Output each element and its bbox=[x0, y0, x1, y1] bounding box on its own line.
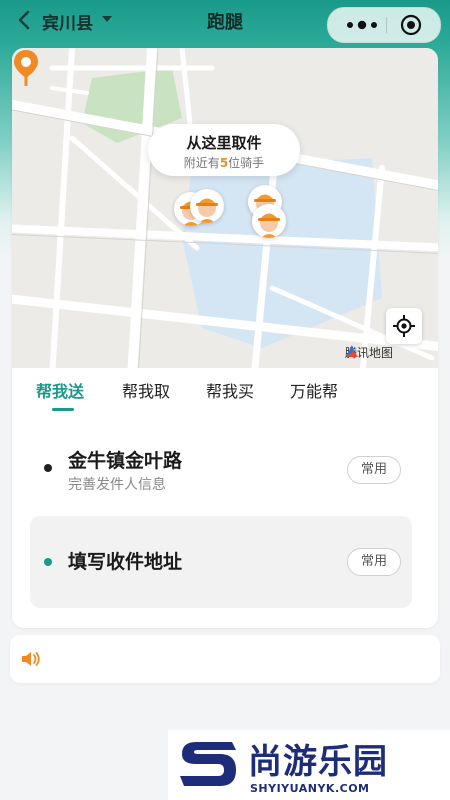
sender-dot bbox=[44, 464, 52, 472]
notice-bar[interactable] bbox=[10, 635, 440, 683]
sender-address-row[interactable]: 金牛镇金叶路 完善发件人信息 常用 bbox=[12, 440, 438, 500]
pickup-bubble: 从这里取件 附近有5位骑手 bbox=[148, 124, 300, 176]
service-tabs: 帮我送 帮我取 帮我买 万能帮 bbox=[12, 374, 438, 414]
watermark-url: SHYIYUANYK.COM bbox=[250, 782, 370, 795]
order-card: 从这里取件 附近有5位骑手 腾讯地图 帮我送 帮我取 帮我买 万能帮 金牛镇金叶… bbox=[12, 48, 438, 628]
pickup-subtitle: 附近有5位骑手 bbox=[148, 154, 300, 171]
speaker-icon bbox=[22, 652, 40, 666]
locate-button[interactable] bbox=[386, 308, 422, 344]
pickup-sub-prefix: 附近有 bbox=[183, 156, 220, 170]
sender-address: 金牛镇金叶路 bbox=[68, 450, 183, 472]
sender-common-button[interactable]: 常用 bbox=[347, 456, 401, 484]
map-roads bbox=[12, 48, 438, 368]
active-tab-indicator bbox=[52, 408, 74, 411]
rider-avatar bbox=[252, 204, 286, 238]
receiver-address-row[interactable]: 填写收件地址 常用 bbox=[30, 516, 412, 608]
mini-program-capsule bbox=[327, 7, 441, 43]
receiver-address: 填写收件地址 bbox=[68, 551, 183, 573]
rider-count: 5 bbox=[219, 156, 229, 170]
rider-icon bbox=[258, 213, 280, 238]
watermark: 尚游乐园 SHYIYUANYK.COM bbox=[168, 730, 450, 800]
crosshair-icon bbox=[393, 315, 415, 337]
tab-universal[interactable]: 万能帮 bbox=[290, 378, 338, 402]
watermark-logo-icon bbox=[180, 742, 236, 786]
rider-avatar bbox=[190, 189, 224, 223]
pickup-sub-suffix: 位骑手 bbox=[228, 156, 265, 170]
rider-icon bbox=[196, 198, 218, 223]
capsule-divider bbox=[386, 17, 387, 33]
more-dots-icon[interactable] bbox=[342, 16, 382, 34]
tab-send[interactable]: 帮我送 bbox=[36, 378, 84, 402]
nav-bar: 宾川县 跑腿 bbox=[0, 0, 450, 43]
receiver-dot bbox=[44, 558, 52, 566]
pickup-pin-icon bbox=[14, 50, 38, 86]
map-logo-icon bbox=[346, 345, 358, 357]
tab-buy[interactable]: 帮我买 bbox=[206, 378, 254, 402]
target-close-icon[interactable] bbox=[400, 14, 422, 36]
map-provider-logo: 腾讯地图 bbox=[345, 344, 393, 362]
map-view[interactable]: 从这里取件 附近有5位骑手 腾讯地图 bbox=[12, 48, 438, 368]
sender-hint: 完善发件人信息 bbox=[68, 477, 166, 493]
tab-pickup[interactable]: 帮我取 bbox=[122, 378, 170, 402]
pickup-title: 从这里取件 bbox=[186, 134, 262, 152]
receiver-common-button[interactable]: 常用 bbox=[347, 548, 401, 576]
watermark-text: 尚游乐园 bbox=[248, 742, 388, 782]
